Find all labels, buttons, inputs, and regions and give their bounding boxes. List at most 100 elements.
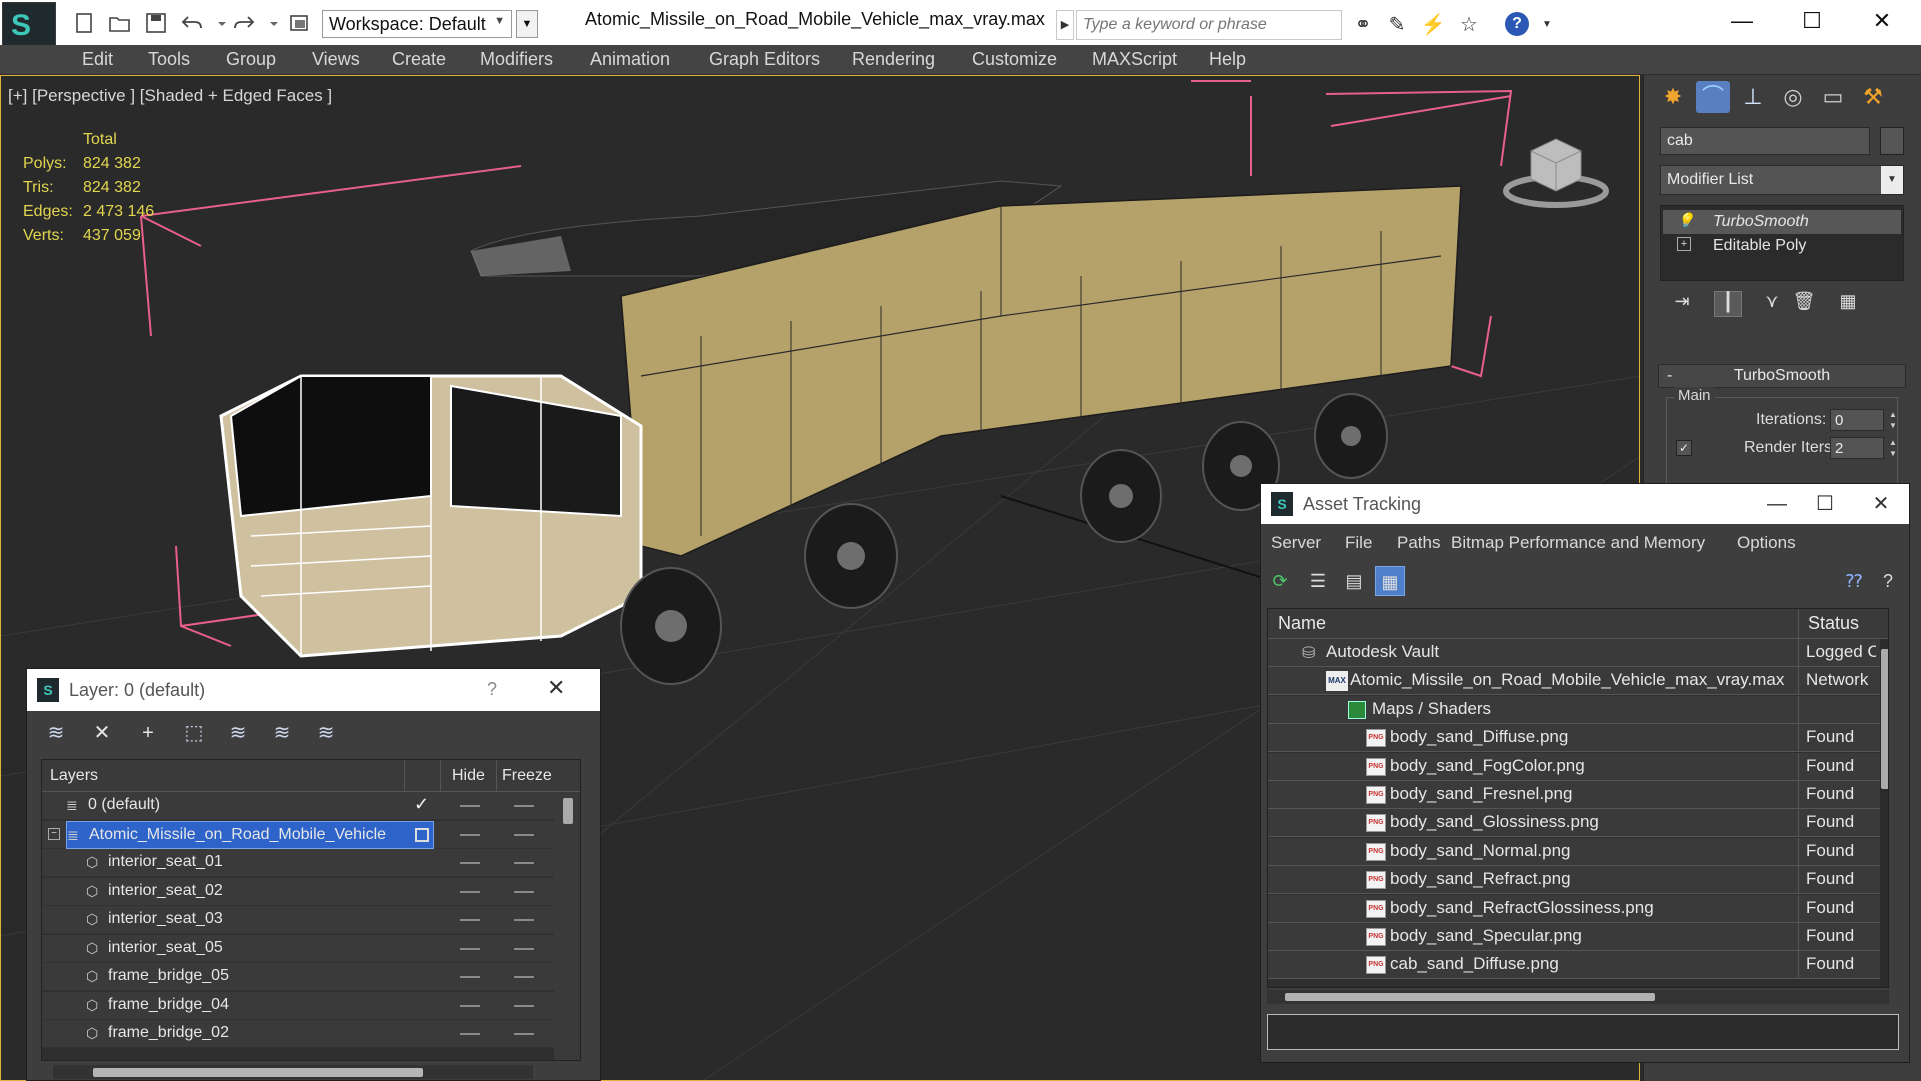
- create-layer-icon[interactable]: ≋: [41, 719, 71, 747]
- freeze-toggle[interactable]: [514, 862, 534, 864]
- freeze-toggle[interactable]: [514, 833, 534, 836]
- new-file-icon[interactable]: [72, 12, 96, 34]
- freeze-all-layers-icon[interactable]: ≋: [311, 719, 341, 747]
- layer-object-row[interactable]: ⬡ interior_seat_05: [42, 934, 554, 963]
- menu-options[interactable]: Options: [1737, 533, 1796, 553]
- menu-customize[interactable]: Customize: [972, 49, 1057, 70]
- maximize-button[interactable]: ☐: [1805, 489, 1845, 519]
- asset-status-field[interactable]: [1267, 1014, 1899, 1050]
- menu-create[interactable]: Create: [392, 49, 446, 70]
- motion-tab-icon[interactable]: ◎: [1776, 81, 1810, 113]
- make-unique-icon[interactable]: ⋎: [1758, 291, 1786, 317]
- layer-table-vscrollbar[interactable]: [554, 792, 580, 1060]
- column-freeze[interactable]: Freeze: [502, 767, 552, 785]
- redo-dropdown-icon[interactable]: [262, 12, 278, 34]
- modify-tab-icon[interactable]: ⌒: [1696, 81, 1730, 113]
- pin-stack-icon[interactable]: ⇥: [1668, 291, 1696, 317]
- asset-row[interactable]: MAX Atomic_Missile_on_Road_Mobile_Vehicle…: [1268, 667, 1880, 696]
- hierarchy-tab-icon[interactable]: ⊥: [1736, 81, 1770, 113]
- asset-row[interactable]: PNG body_sand_RefractGlossiness.png Found: [1268, 894, 1880, 923]
- show-end-result-icon[interactable]: ┃: [1714, 291, 1742, 317]
- layer-name-cell[interactable]: ⬡ interior_seat_05: [66, 935, 434, 963]
- freeze-toggle[interactable]: [514, 805, 534, 807]
- asset-row[interactable]: Maps / Shaders: [1268, 695, 1880, 724]
- help-dropdown-icon[interactable]: ▼: [1534, 12, 1560, 38]
- table-view-icon[interactable]: ▦: [1375, 566, 1405, 596]
- layer-object-row[interactable]: ⬡ interior_seat_02: [42, 877, 554, 906]
- maximize-button[interactable]: ☐: [1792, 6, 1832, 36]
- delete-layer-icon[interactable]: ✕: [87, 719, 117, 747]
- stack-item-editable-poly[interactable]: + Editable Poly: [1663, 234, 1901, 258]
- help-query-icon[interactable]: ⁇: [1839, 566, 1869, 596]
- add-to-layer-icon[interactable]: +: [133, 719, 163, 747]
- refresh-icon[interactable]: ⟳: [1265, 566, 1295, 596]
- hide-toggle[interactable]: [460, 862, 480, 864]
- asset-row[interactable]: PNG body_sand_Refract.png Found: [1268, 866, 1880, 895]
- layer-name-cell[interactable]: ⬡ interior_seat_01: [66, 849, 434, 877]
- layer-row[interactable]: ≣ 0 (default) ✓: [42, 792, 554, 820]
- binoculars-icon[interactable]: ⚭: [1350, 12, 1376, 38]
- freeze-toggle[interactable]: [514, 947, 534, 950]
- search-expand-button[interactable]: ▶: [1056, 10, 1074, 40]
- layer-name-cell[interactable]: ≣ Atomic_Missile_on_Road_Mobile_Vehicle: [66, 820, 434, 849]
- layer-name-cell[interactable]: ≣ 0 (default): [66, 792, 434, 820]
- remove-modifier-icon[interactable]: 🗑: [1790, 291, 1818, 317]
- menu-views[interactable]: Views: [312, 49, 360, 70]
- asset-row[interactable]: ⛁ Autodesk Vault Logged O: [1268, 639, 1880, 667]
- close-button[interactable]: ✕: [1861, 489, 1901, 519]
- iterations-spinner-arrows[interactable]: ▲ ▼: [1886, 409, 1900, 431]
- hide-toggle[interactable]: [460, 833, 480, 836]
- layer-object-row[interactable]: ⬡ frame_bridge_05: [42, 963, 554, 991]
- column-hide[interactable]: Hide: [452, 767, 485, 785]
- object-color-swatch[interactable]: [1880, 127, 1904, 155]
- undo-dropdown-icon[interactable]: [210, 12, 226, 34]
- viewcube-icon[interactable]: [1501, 121, 1611, 211]
- hide-toggle[interactable]: [460, 919, 480, 921]
- hide-all-layers-icon[interactable]: ≋: [267, 719, 297, 747]
- menu-file[interactable]: File: [1345, 533, 1372, 553]
- select-layer-objects-icon[interactable]: ⬚: [179, 719, 209, 747]
- turbosmooth-rollout-header[interactable]: - TurboSmooth: [1658, 364, 1906, 388]
- minimize-button[interactable]: —: [1722, 6, 1762, 36]
- asset-table-hscrollbar[interactable]: [1267, 990, 1889, 1004]
- freeze-toggle[interactable]: [514, 1033, 534, 1035]
- layer-row[interactable]: − ≣ Atomic_Missile_on_Road_Mobile_Vehicle: [42, 820, 554, 849]
- render-iters-spinner[interactable]: 2: [1830, 437, 1884, 459]
- hide-toggle[interactable]: [460, 947, 480, 950]
- layer-name-cell[interactable]: ⬡ frame_bridge_05: [66, 963, 434, 991]
- expand-plus-icon[interactable]: +: [1677, 237, 1691, 251]
- workspace-dropdown[interactable]: Workspace: Default ▼: [322, 10, 512, 38]
- freeze-toggle[interactable]: [514, 976, 534, 978]
- column-name[interactable]: Name: [1278, 613, 1326, 634]
- scroll-thumb[interactable]: [1881, 649, 1888, 789]
- asset-row[interactable]: PNG body_sand_Normal.png Found: [1268, 837, 1880, 866]
- scroll-thumb[interactable]: [1285, 993, 1655, 1001]
- layer-table-hscrollbar[interactable]: [53, 1065, 533, 1079]
- asset-row[interactable]: PNG body_sand_Fresnel.png Found: [1268, 781, 1880, 809]
- asset-row[interactable]: PNG body_sand_FogColor.png Found: [1268, 752, 1880, 781]
- menu-rendering[interactable]: Rendering: [852, 49, 935, 70]
- help-icon[interactable]: ?: [1873, 566, 1903, 596]
- menu-bitmap-performance[interactable]: Bitmap Performance and Memory: [1451, 533, 1705, 553]
- iterations-spinner[interactable]: 0: [1830, 409, 1884, 431]
- subscription-icon[interactable]: ⚡: [1420, 12, 1446, 38]
- create-tab-icon[interactable]: ✸: [1656, 81, 1690, 113]
- undo-icon[interactable]: [180, 12, 204, 34]
- menu-graph-editors[interactable]: Graph Editors: [709, 49, 820, 70]
- current-layer-checkmark-icon[interactable]: ✓: [414, 794, 429, 815]
- menu-group[interactable]: Group: [226, 49, 276, 70]
- display-tab-icon[interactable]: ▭: [1816, 81, 1850, 113]
- hide-toggle[interactable]: [460, 1033, 480, 1035]
- search-field-container[interactable]: [1076, 10, 1342, 40]
- hide-toggle[interactable]: [460, 976, 480, 978]
- layer-object-row[interactable]: ⬡ interior_seat_03: [42, 906, 554, 934]
- freeze-toggle[interactable]: [514, 919, 534, 921]
- layer-name-cell[interactable]: ⬡ interior_seat_02: [66, 878, 434, 906]
- asset-row[interactable]: PNG body_sand_Diffuse.png Found: [1268, 724, 1880, 753]
- tools-icon[interactable]: ✎: [1384, 12, 1410, 38]
- object-name-field[interactable]: cab: [1660, 127, 1870, 155]
- menu-modifiers[interactable]: Modifiers: [480, 49, 553, 70]
- menu-edit[interactable]: Edit: [82, 49, 113, 70]
- menu-maxscript[interactable]: MAXScript: [1092, 49, 1177, 70]
- menu-tools[interactable]: Tools: [148, 49, 190, 70]
